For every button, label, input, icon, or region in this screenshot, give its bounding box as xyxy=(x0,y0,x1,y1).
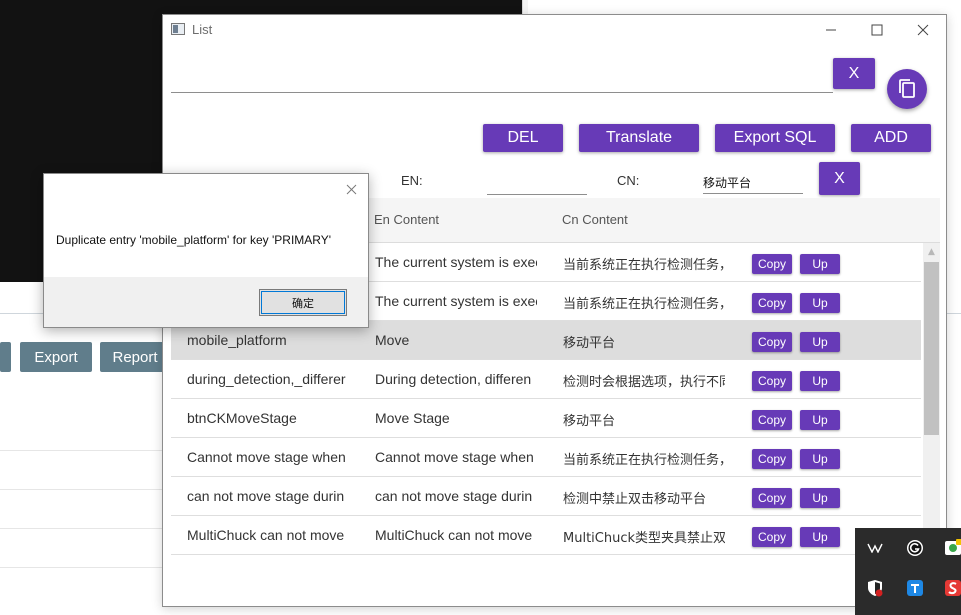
cn-filter-label: CN: xyxy=(617,173,640,188)
network-icon[interactable] xyxy=(865,538,885,558)
up-row-button[interactable]: Up xyxy=(800,254,840,274)
cn-content-cell: 检测时会根据选项，执行不同 xyxy=(563,375,725,390)
cn-content-cell: 移动平台 xyxy=(563,336,616,351)
search-input[interactable] xyxy=(171,65,833,93)
add-button[interactable]: ADD xyxy=(851,124,931,152)
maximize-icon xyxy=(871,24,883,36)
minimize-button[interactable] xyxy=(808,15,854,45)
bg-list-line xyxy=(0,528,170,529)
export-button[interactable]: Export xyxy=(20,342,92,372)
cn-content-cell: 当前系统正在执行检测任务， xyxy=(563,258,725,273)
system-tray-overflow xyxy=(855,528,961,615)
copy-row-button[interactable]: Copy xyxy=(752,410,792,430)
copy-row-button[interactable]: Copy xyxy=(752,332,792,352)
close-button[interactable] xyxy=(900,15,946,45)
copy-row-button[interactable]: Copy xyxy=(752,293,792,313)
up-row-button[interactable]: Up xyxy=(800,293,840,313)
translate-button[interactable]: Translate xyxy=(579,124,699,152)
en-content-cell: During detection, differen xyxy=(375,371,532,387)
cn-content-cell: 检测中禁止双击移动平台 xyxy=(563,492,707,507)
copy-icon xyxy=(899,79,915,98)
cn-content-cell: MultiChuck类型夹具禁止双 xyxy=(563,531,725,546)
security-shield-icon[interactable] xyxy=(865,578,885,598)
maximize-button[interactable] xyxy=(854,15,900,45)
column-header-en: En Content xyxy=(374,212,440,227)
cn-content-cell: 当前系统正在执行检测任务， xyxy=(563,453,725,468)
error-dialog: Duplicate entry 'mobile_platform' for ke… xyxy=(43,173,369,328)
window-title: List xyxy=(192,22,213,37)
en-content-cell: MultiChuck can not move xyxy=(375,527,533,543)
copy-row-button[interactable]: Copy xyxy=(752,527,792,547)
report-button[interactable]: Report xyxy=(100,342,170,372)
table-row[interactable]: during_detection,_differer During detecti… xyxy=(171,360,921,399)
table-row[interactable]: can not move stage durin can not move sta… xyxy=(171,477,921,516)
scroll-thumb[interactable] xyxy=(924,262,939,435)
cn-content-cell: 移动平台 xyxy=(563,414,616,429)
column-header-cn: Cn Content xyxy=(562,212,628,227)
table-row[interactable]: MultiChuck can not move MultiChuck can no… xyxy=(171,516,921,555)
sogou-icon[interactable] xyxy=(943,578,961,598)
key-cell: mobile_platform xyxy=(187,332,287,348)
en-content-cell: Move Stage xyxy=(375,410,450,426)
en-content-cell: can not move stage durin xyxy=(375,488,533,504)
en-filter-input[interactable] xyxy=(487,173,587,195)
ok-button[interactable]: 确定 xyxy=(259,289,347,316)
wechat-icon[interactable] xyxy=(943,538,961,558)
en-filter-label: EN: xyxy=(401,173,423,188)
table-scrollbar[interactable]: ▲ xyxy=(923,243,940,555)
g-app-icon[interactable] xyxy=(905,538,925,558)
bg-list-line xyxy=(0,567,170,568)
up-row-button[interactable]: Up xyxy=(800,410,840,430)
table-row[interactable]: btnCKMoveStage Move Stage 移动平台 Copy Up xyxy=(171,399,921,438)
up-row-button[interactable]: Up xyxy=(800,449,840,469)
bg-button-partial[interactable] xyxy=(0,342,11,372)
key-cell: MultiChuck can not move xyxy=(187,527,345,543)
key-cell: btnCKMoveStage xyxy=(187,410,297,426)
dialog-footer: 确定 xyxy=(44,277,368,327)
close-icon xyxy=(917,24,929,36)
key-cell: can not move stage durin xyxy=(187,488,345,504)
copy-all-button[interactable] xyxy=(887,69,927,109)
del-button[interactable]: DEL xyxy=(483,124,563,152)
clear-filter-button[interactable]: X xyxy=(819,162,860,195)
en-content-cell: Move xyxy=(375,332,410,348)
up-row-button[interactable]: Up xyxy=(800,371,840,391)
title-bar[interactable]: List xyxy=(163,15,946,45)
app-window-icon xyxy=(171,23,185,35)
en-content-cell: The current system is exec xyxy=(375,293,537,309)
minimize-icon xyxy=(826,29,836,31)
key-cell: during_detection,_differer xyxy=(187,371,346,387)
close-icon xyxy=(346,184,356,194)
en-content-cell: Cannot move stage when xyxy=(375,449,534,465)
key-cell: Cannot move stage when xyxy=(187,449,346,465)
cn-filter-input[interactable] xyxy=(703,172,803,194)
table-row[interactable]: Cannot move stage when Cannot move stage … xyxy=(171,438,921,477)
copy-row-button[interactable]: Copy xyxy=(752,254,792,274)
copy-row-button[interactable]: Copy xyxy=(752,449,792,469)
cn-content-cell: 当前系统正在执行检测任务， xyxy=(563,297,725,312)
up-row-button[interactable]: Up xyxy=(800,488,840,508)
dialog-close-button[interactable] xyxy=(342,180,360,198)
scroll-up-arrow-icon[interactable]: ▲ xyxy=(923,243,940,260)
export-sql-button[interactable]: Export SQL xyxy=(715,124,835,152)
clear-search-button[interactable]: X xyxy=(833,58,875,89)
up-row-button[interactable]: Up xyxy=(800,332,840,352)
copy-row-button[interactable]: Copy xyxy=(752,488,792,508)
en-content-cell: The current system is exec xyxy=(375,254,537,270)
dialog-message: Duplicate entry 'mobile_platform' for ke… xyxy=(56,233,332,247)
sync-app-icon[interactable] xyxy=(905,578,925,598)
up-row-button[interactable]: Up xyxy=(800,527,840,547)
bg-list-line xyxy=(0,450,170,451)
bg-list-line xyxy=(0,489,170,490)
copy-row-button[interactable]: Copy xyxy=(752,371,792,391)
